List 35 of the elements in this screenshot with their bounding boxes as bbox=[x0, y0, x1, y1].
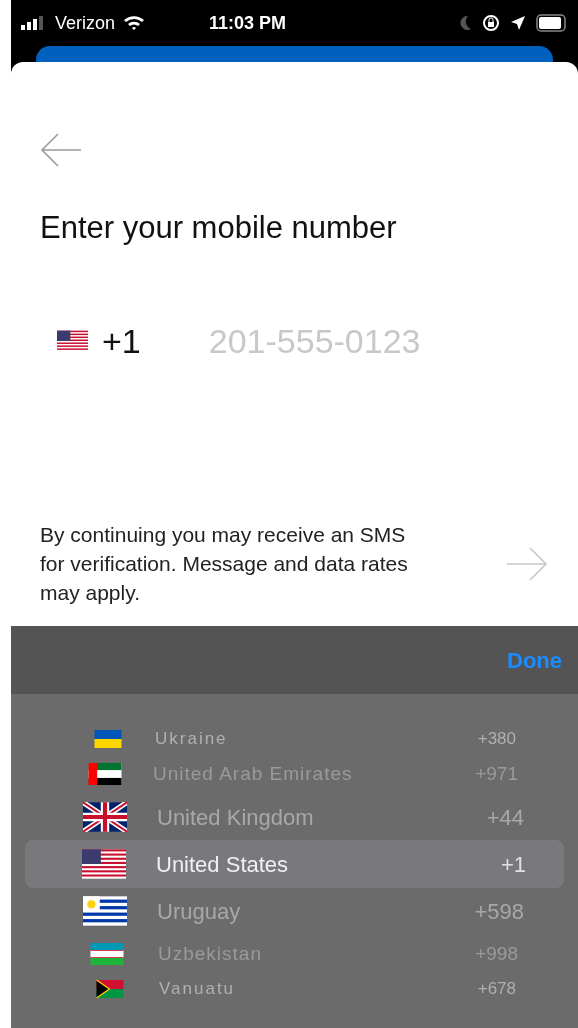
back-arrow-icon bbox=[40, 133, 82, 167]
moon-icon bbox=[458, 15, 472, 31]
flag-icon bbox=[83, 896, 127, 926]
country-row[interactable]: United States +1 bbox=[25, 840, 564, 888]
country-name: United States bbox=[156, 850, 289, 879]
location-arrow-icon bbox=[510, 15, 526, 31]
back-button[interactable] bbox=[40, 132, 84, 168]
done-button[interactable]: Done bbox=[507, 643, 562, 677]
country-row[interactable]: United Kingdom +44 bbox=[25, 794, 564, 840]
battery-icon bbox=[536, 14, 568, 32]
country-row[interactable]: Uruguay +598 bbox=[25, 888, 564, 934]
country-dial-code: +598 bbox=[474, 897, 524, 926]
country-name: Uruguay bbox=[157, 897, 241, 926]
country-code-selector[interactable]: +1 bbox=[40, 315, 141, 367]
country-dial-code: +678 bbox=[477, 978, 516, 1001]
country-name: United Kingdom bbox=[157, 803, 314, 832]
forward-arrow-icon bbox=[506, 546, 548, 581]
flag-icon bbox=[83, 802, 127, 832]
disclaimer-text: By continuing you may receive an SMS for verification. Message and data rates may apply. bbox=[40, 522, 409, 606]
country-name: Ukraine bbox=[155, 728, 228, 751]
status-time: 11:03 PM bbox=[209, 11, 287, 35]
country-dial-code: +1 bbox=[500, 850, 526, 879]
country-row[interactable]: Ukraine +380 bbox=[25, 724, 564, 754]
country-dial-code: +44 bbox=[486, 803, 524, 832]
continue-button[interactable] bbox=[505, 545, 549, 582]
screen-title: Enter your mobile number bbox=[40, 209, 398, 247]
country-dial-code: +380 bbox=[477, 728, 516, 751]
flag-icon bbox=[82, 849, 126, 879]
country-row[interactable]: Vanuatu +678 bbox=[25, 974, 564, 1004]
wifi-icon bbox=[123, 15, 146, 31]
rotation-lock-icon bbox=[482, 14, 500, 32]
country-name: Vanuatu bbox=[159, 978, 236, 1001]
carrier-name: Verizon bbox=[55, 11, 116, 35]
flag-icon bbox=[87, 763, 123, 785]
flag-icon bbox=[57, 330, 88, 352]
